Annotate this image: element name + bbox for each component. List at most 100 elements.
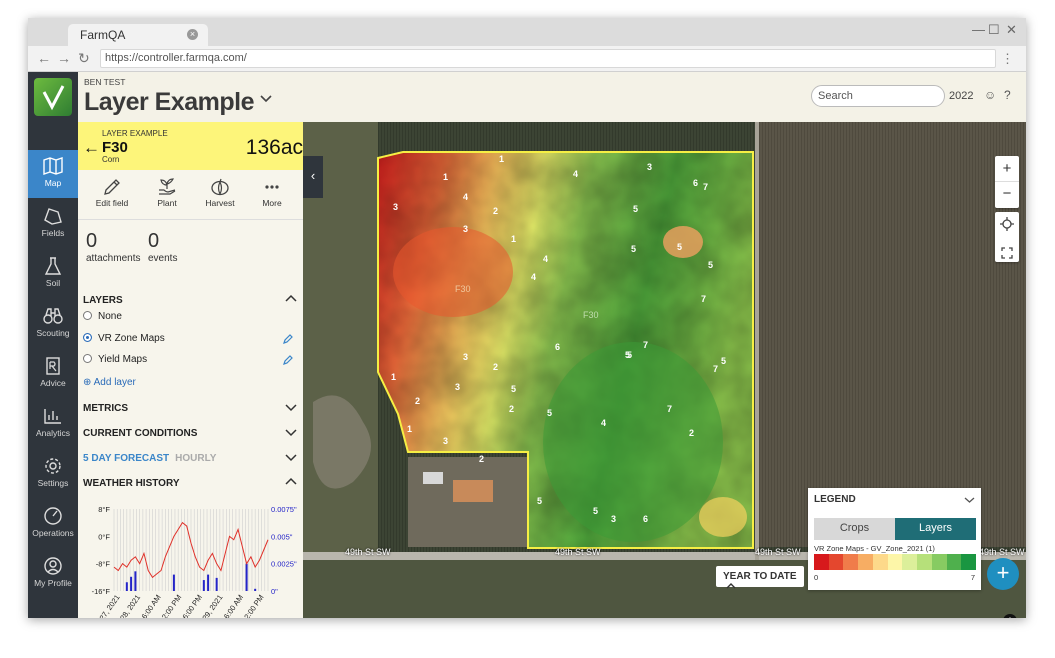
legend-color-step (843, 554, 859, 570)
fullscreen-icon[interactable] (995, 241, 1019, 266)
layer-option-none[interactable]: None (83, 311, 122, 322)
search-input[interactable]: Search (811, 85, 945, 107)
layers-section-header[interactable]: LAYERS (83, 294, 299, 306)
legend-color-step (872, 554, 888, 570)
nav-analytics[interactable]: Analytics (28, 400, 78, 448)
season-year[interactable]: 2022 (949, 90, 973, 102)
legend-color-step (917, 554, 932, 570)
current-conditions-section-header[interactable]: CURRENT CONDITIONS (83, 428, 299, 439)
harvest-button[interactable]: Harvest (192, 174, 248, 208)
chevron-down-icon (285, 454, 297, 462)
title-chevron-down-icon[interactable] (259, 94, 273, 104)
url-input[interactable]: https://controller.farmqa.com/ (100, 49, 996, 68)
zone-label: 4 (531, 272, 536, 282)
attachments-count[interactable]: 0 attachments (86, 230, 140, 264)
maximize-icon[interactable]: ☐ (988, 22, 1000, 38)
edit-layer-pencil-icon[interactable] (282, 333, 294, 345)
nav-soil[interactable]: Soil (28, 250, 78, 298)
edit-layer-pencil-icon[interactable] (282, 354, 294, 366)
precipitation-bar (125, 582, 128, 591)
y-axis-tick-label: -16°F (92, 587, 111, 596)
zone-label: 5 (721, 356, 726, 366)
legend-heading: LEGEND (814, 494, 856, 505)
locate-icon[interactable] (995, 212, 1019, 237)
edit-field-button[interactable]: Edit field (84, 174, 140, 208)
chevron-up-icon (726, 583, 736, 589)
browser-tab[interactable]: FarmQA × (68, 24, 208, 46)
reload-icon[interactable]: ↻ (78, 50, 90, 67)
zoom-controls: + − (995, 156, 1019, 208)
nav-label: Settings (37, 478, 69, 488)
radio-button[interactable] (83, 354, 92, 363)
map-legend: LEGEND Crops Layers VR Zone Maps - GV_Zo… (808, 488, 981, 590)
forecast-section-header[interactable]: 5 DAY FORECAST HOURLY (83, 453, 299, 464)
road-vertical (755, 122, 759, 618)
page-title[interactable]: Layer Example (84, 88, 255, 117)
more-button[interactable]: More (244, 174, 300, 208)
nav-map[interactable]: Map (28, 150, 78, 198)
browser-menu-icon[interactable]: ⋮ (1001, 51, 1014, 67)
weather-history-heading: WEATHER HISTORY (83, 478, 180, 489)
y2-axis-tick-label: 0" (271, 587, 278, 596)
nav-operations[interactable]: Operations (28, 500, 78, 548)
y2-axis-tick-label: 0.005" (271, 532, 293, 541)
precipitation-bar (130, 576, 133, 591)
field-map-label: F30 (455, 284, 471, 294)
field-header: ← LAYER EXAMPLE F30 Corn 136ac (78, 122, 303, 170)
plant-label: Plant (157, 198, 177, 208)
legend-tab-crops[interactable]: Crops (814, 518, 895, 540)
zone-label: 3 (393, 202, 398, 212)
collapse-panel-button[interactable]: ‹ (303, 156, 323, 198)
events-count[interactable]: 0 events (148, 230, 177, 264)
add-fab-button[interactable]: + (987, 558, 1019, 590)
layer-option-yield-maps[interactable]: Yield Maps (83, 354, 147, 365)
year-to-date-button[interactable]: YEAR TO DATE (716, 566, 804, 589)
legend-min: 0 (814, 573, 819, 582)
events-value: 0 (148, 230, 160, 252)
plant-button[interactable]: Plant (139, 174, 195, 208)
y-axis-tick-label: -8°F (96, 560, 111, 569)
metrics-section-header[interactable]: METRICS (83, 403, 299, 414)
zone-label: 5 (677, 242, 682, 252)
chevron-down-icon[interactable] (964, 496, 975, 504)
precipitation-bar (202, 580, 205, 591)
add-layer-button[interactable]: ⊕ Add layer (83, 377, 136, 388)
weather-history-section-header[interactable]: WEATHER HISTORY (83, 477, 299, 489)
plus-circle-icon: ⊕ (83, 377, 92, 388)
legend-tab-layers[interactable]: Layers (895, 518, 976, 540)
forward-icon[interactable]: → (57, 50, 71, 66)
nav-advice[interactable]: Advice (28, 350, 78, 398)
map-icon (43, 157, 63, 175)
zone-label: 2 (493, 206, 498, 216)
nav-settings[interactable]: Settings (28, 450, 78, 498)
nav-scouting[interactable]: Scouting (28, 300, 78, 348)
tab-close-icon[interactable]: × (187, 29, 198, 40)
farmqa-logo[interactable] (34, 78, 72, 116)
back-arrow-icon[interactable]: ← (83, 138, 100, 158)
road-label: 49th St SW (345, 547, 391, 557)
radio-button[interactable] (83, 311, 92, 320)
help-icon[interactable]: ? (1004, 88, 1011, 102)
close-window-icon[interactable]: ✕ (1006, 22, 1017, 38)
satellite-map[interactable]: 1431342315567554477512236525531325376575… (303, 122, 1026, 618)
layer-option-vr-zone-maps[interactable]: VR Zone Maps (83, 333, 165, 344)
project-name: BEN TEST (84, 77, 126, 87)
gear-icon (45, 458, 61, 474)
zoom-in-button[interactable]: + (995, 156, 1019, 182)
chevron-up-icon (285, 294, 297, 302)
back-icon[interactable]: ← (37, 50, 51, 66)
nav-fields[interactable]: Fields (28, 200, 78, 248)
legend-max: 7 (970, 573, 975, 582)
building (453, 480, 493, 502)
tab-hourly[interactable]: HOURLY (175, 453, 216, 464)
zoom-out-button[interactable]: − (995, 182, 1019, 208)
nav-my-profile[interactable]: My Profile (28, 550, 78, 598)
legend-color-step (828, 554, 844, 570)
zone-label: 4 (601, 418, 606, 428)
x-axis-tick-label: 12:00 PM (240, 593, 266, 618)
tab-5-day-forecast[interactable]: 5 DAY FORECAST (83, 453, 169, 464)
radio-button-selected[interactable] (83, 333, 92, 342)
minimize-icon[interactable]: — (972, 22, 985, 37)
attachments-label: attachments (86, 253, 141, 264)
smiley-icon[interactable]: ☺ (984, 88, 996, 102)
